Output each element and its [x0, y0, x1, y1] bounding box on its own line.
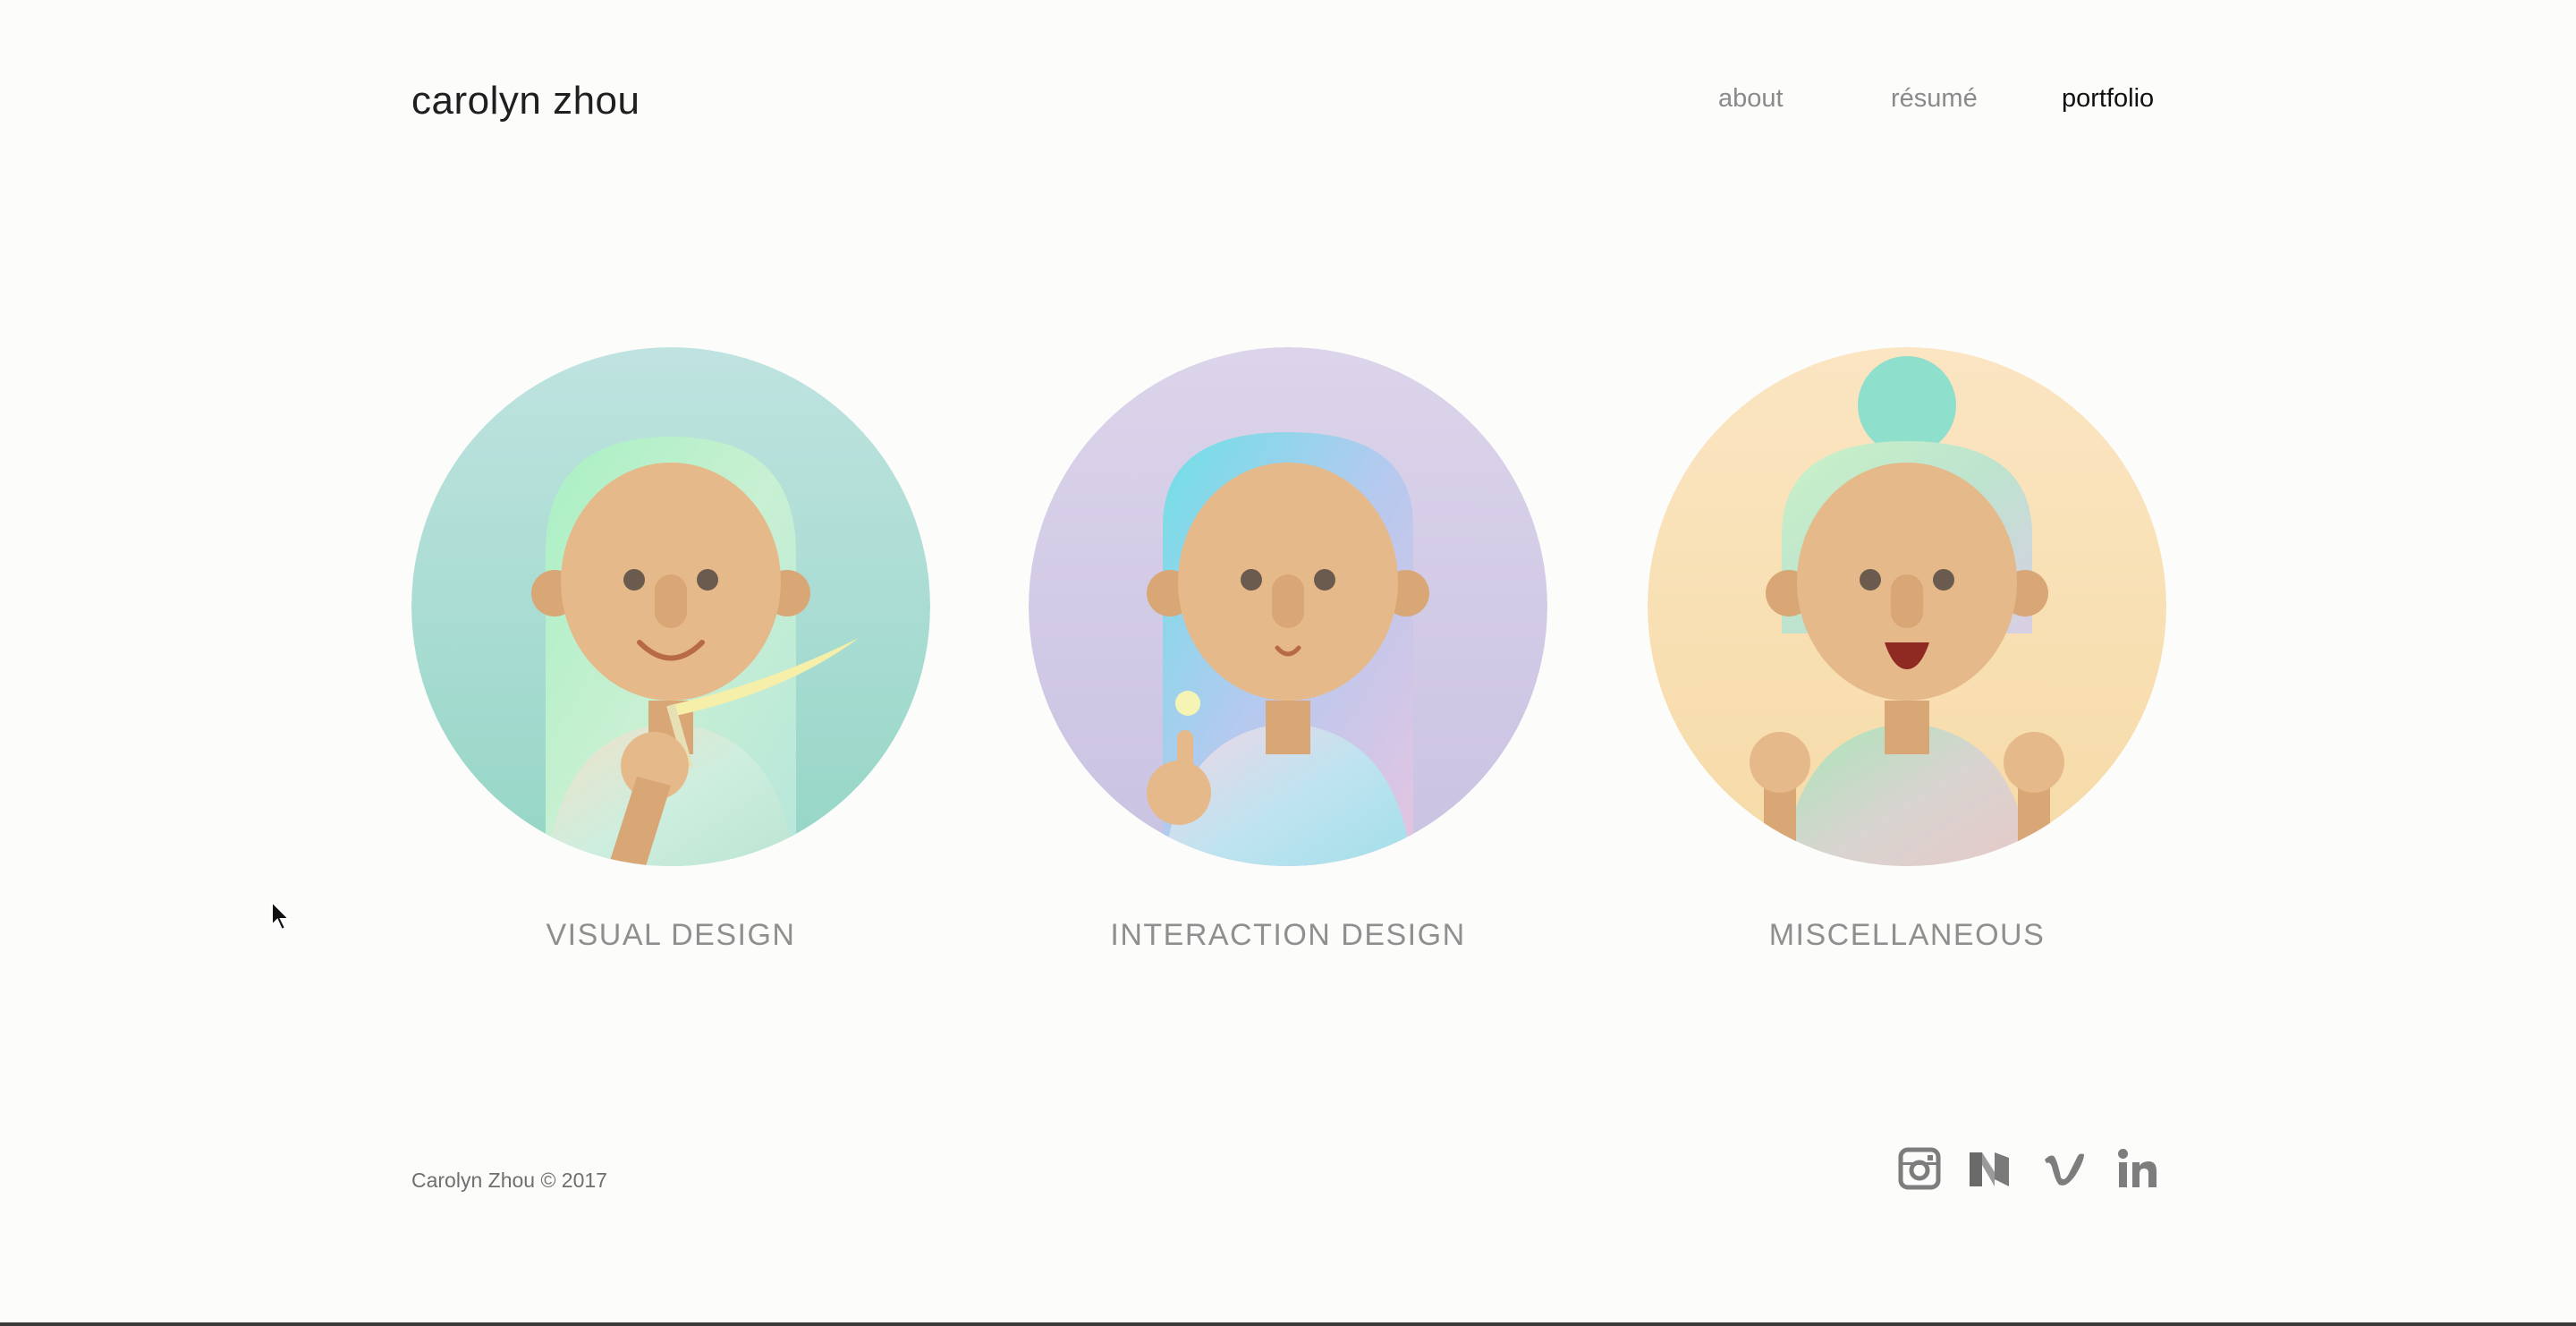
instagram-icon[interactable] — [1898, 1147, 1941, 1190]
card-visual-design[interactable]: VISUAL DESIGN — [411, 347, 930, 953]
medium-icon[interactable] — [1968, 1147, 2011, 1190]
copyright-text: Carolyn Zhou © 2017 — [411, 1169, 607, 1192]
card-miscellaneous[interactable]: MISCELLANEOUS — [1648, 347, 2166, 953]
card-label-visual-design[interactable]: VISUAL DESIGN — [411, 918, 930, 953]
card-interaction-design[interactable]: INTERACTION DESIGN — [1029, 347, 1547, 953]
nav-portfolio[interactable]: portfolio — [2062, 84, 2154, 114]
vimeo-icon[interactable] — [2043, 1147, 2086, 1190]
card-label-miscellaneous[interactable]: MISCELLANEOUS — [1648, 918, 2166, 953]
girl-pointing-illustration[interactable] — [1029, 347, 1547, 866]
nav-about[interactable]: about — [1718, 84, 1784, 114]
card-label-interaction-design[interactable]: INTERACTION DESIGN — [1029, 918, 1547, 953]
linkedin-icon[interactable] — [2116, 1147, 2159, 1190]
girl-with-pencil-illustration[interactable] — [411, 347, 930, 866]
mouse-cursor-icon — [271, 900, 292, 931]
nav-resume[interactable]: résumé — [1891, 84, 1978, 114]
girl-with-bun-illustration[interactable] — [1648, 347, 2166, 866]
bottom-border — [0, 1322, 2576, 1326]
main-nav: about résumé portfolio — [0, 84, 2576, 129]
